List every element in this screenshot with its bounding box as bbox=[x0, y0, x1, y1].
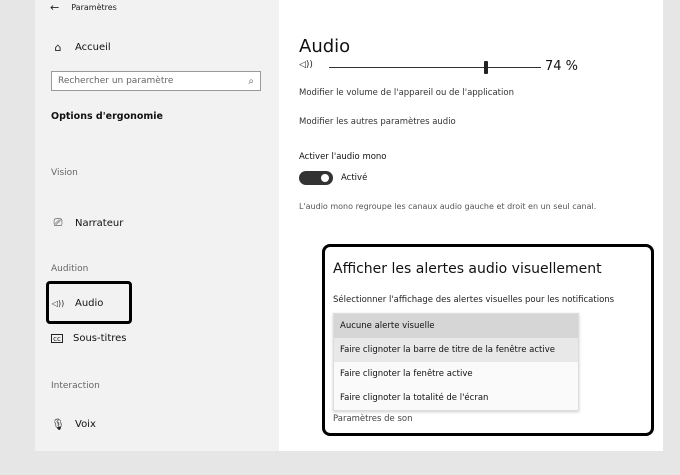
mono-audio-state: Activé bbox=[341, 173, 368, 183]
volume-slider[interactable] bbox=[329, 67, 541, 68]
mono-audio-toggle[interactable] bbox=[299, 171, 333, 185]
page-title: Audio bbox=[299, 36, 351, 57]
sidebar-item-narrateur[interactable]: ⎚ Narrateur bbox=[51, 216, 124, 230]
nav-home-label: Accueil bbox=[75, 41, 111, 53]
sidebar-item-label: Sous-titres bbox=[73, 333, 127, 344]
microphone-icon: 🎙 bbox=[51, 417, 65, 431]
sidebar: ← Paramètres ⌂ Accueil Rechercher un par… bbox=[35, 0, 279, 451]
group-label-interaction: Interaction bbox=[51, 381, 100, 391]
alerts-title: Afficher les alertes audio visuellement bbox=[333, 261, 602, 277]
alerts-dropdown-list[interactable]: Aucune alerte visuelle Faire clignoter l… bbox=[333, 313, 579, 411]
volume-value: 74 % bbox=[545, 59, 579, 74]
nav-home[interactable]: ⌂ Accueil bbox=[51, 40, 111, 54]
narrator-icon: ⎚ bbox=[53, 216, 63, 229]
home-icon: ⌂ bbox=[54, 40, 62, 54]
main-content: Audio ◁)) 74 % Modifier le volume de l'a… bbox=[279, 0, 663, 451]
volume-slider-thumb[interactable] bbox=[483, 61, 488, 74]
audio-highlight-box bbox=[46, 281, 132, 324]
sidebar-item-sous-titres[interactable]: cc Sous-titres bbox=[51, 333, 127, 344]
dropdown-option[interactable]: Faire clignoter la barre de titre de la … bbox=[334, 338, 578, 362]
title-bar: ← Paramètres bbox=[50, 0, 117, 14]
sidebar-item-voix[interactable]: 🎙 Voix bbox=[51, 417, 96, 431]
sound-settings-link[interactable]: Paramètres de son bbox=[333, 414, 413, 424]
alerts-subtitle: Sélectionner l'affichage des alertes vis… bbox=[333, 295, 615, 305]
dropdown-option[interactable]: Faire clignoter la totalité de l'écran bbox=[334, 386, 578, 410]
search-input[interactable]: Rechercher un paramètre ⌕ bbox=[51, 71, 261, 91]
group-label-vision: Vision bbox=[51, 168, 78, 178]
mono-audio-label: Activer l'audio mono bbox=[299, 152, 387, 162]
other-audio-link[interactable]: Modifier les autres paramètres audio bbox=[299, 117, 456, 127]
sidebar-item-label: Narrateur bbox=[75, 217, 124, 229]
window-title: Paramètres bbox=[71, 2, 117, 12]
search-placeholder: Rechercher un paramètre bbox=[58, 76, 174, 86]
mono-audio-description: L'audio mono regroupe les canaux audio g… bbox=[299, 202, 597, 211]
search-icon: ⌕ bbox=[248, 75, 254, 87]
settings-window: ← Paramètres ⌂ Accueil Rechercher un par… bbox=[35, 0, 663, 451]
section-title: Options d'ergonomie bbox=[51, 111, 163, 122]
volume-description: Modifier le volume de l'appareil ou de l… bbox=[299, 88, 514, 98]
dropdown-option[interactable]: Faire clignoter la fenêtre active bbox=[334, 362, 578, 386]
sidebar-item-label: Voix bbox=[75, 418, 96, 430]
volume-icon: ◁)) bbox=[299, 60, 313, 70]
back-arrow-icon[interactable]: ← bbox=[50, 1, 59, 14]
captions-icon: cc bbox=[51, 334, 63, 343]
volume-row: ◁)) 74 % bbox=[299, 59, 589, 76]
group-label-audition: Audition bbox=[51, 264, 89, 274]
dropdown-option[interactable]: Aucune alerte visuelle bbox=[334, 314, 578, 338]
